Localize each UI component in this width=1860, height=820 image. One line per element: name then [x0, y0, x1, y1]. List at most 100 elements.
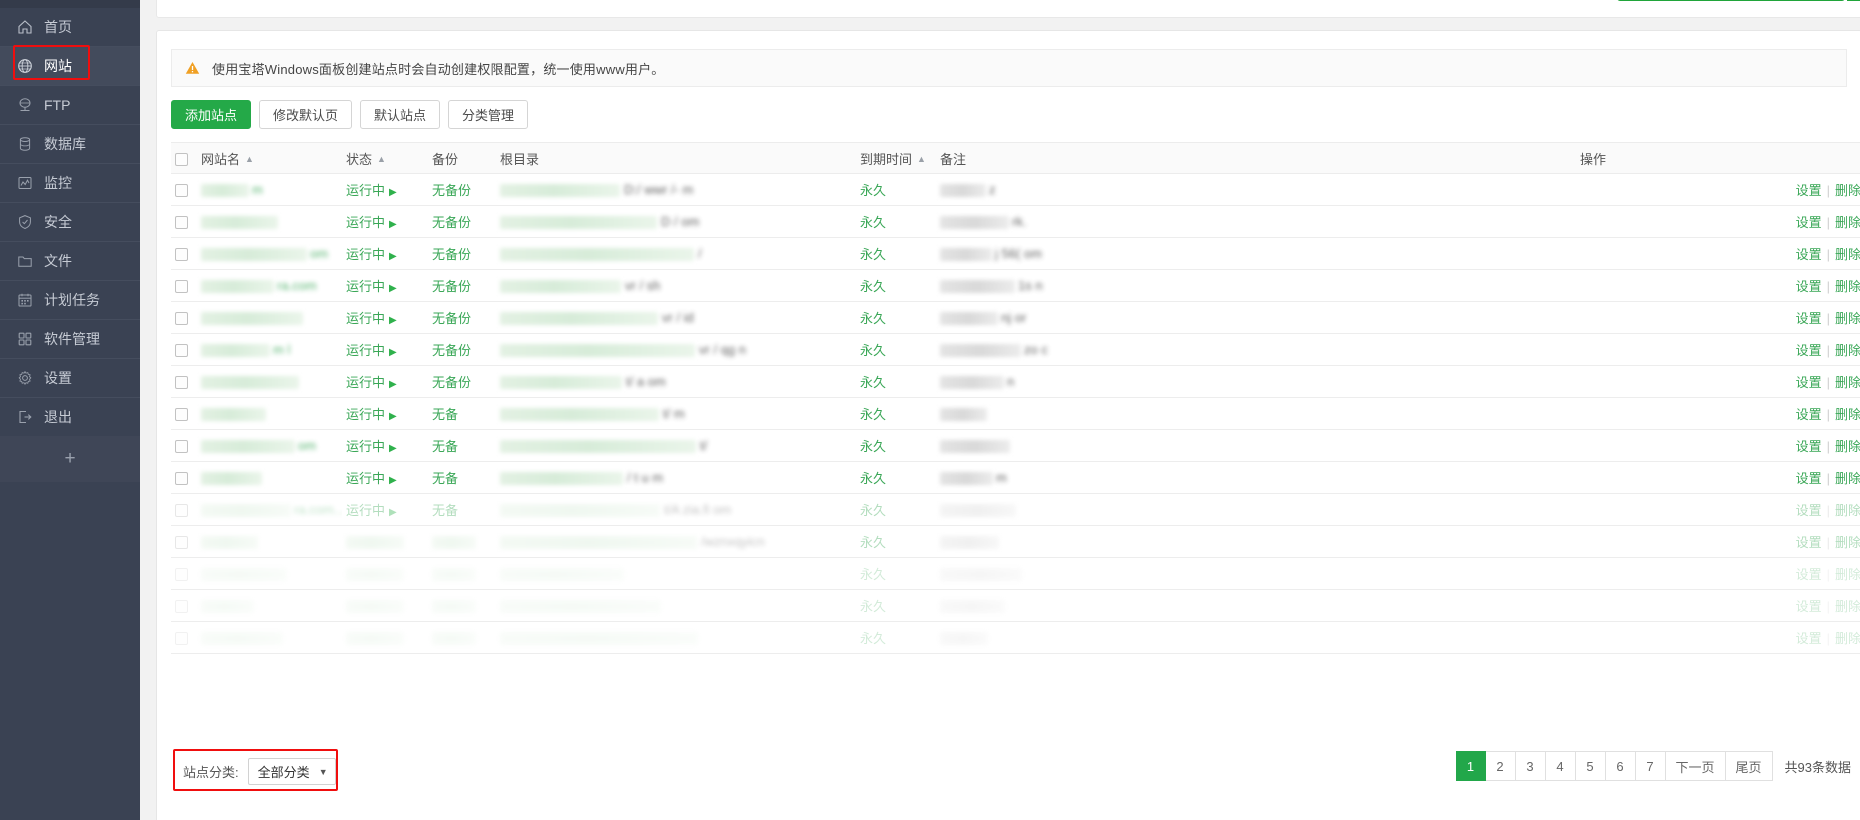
settings-link[interactable]: 设置 [1796, 375, 1822, 390]
delete-link[interactable]: 删除 [1835, 375, 1860, 390]
cell-backup[interactable]: 无备份 [428, 301, 496, 334]
cell-note[interactable]: rk. [936, 205, 1576, 238]
cell-site-name[interactable] [197, 397, 342, 430]
play-icon[interactable]: ▶ [389, 187, 397, 198]
table-row[interactable]: 运行中 ▶ 无备 t/ m 永久 设置 | 删除 [171, 397, 1860, 430]
cell-backup[interactable] [428, 525, 496, 558]
play-icon[interactable]: ▶ [389, 347, 397, 358]
page-5-button[interactable]: 5 [1575, 751, 1606, 781]
row-checkbox[interactable] [175, 600, 188, 614]
cell-note[interactable] [936, 493, 1576, 526]
play-icon[interactable]: ▶ [389, 507, 397, 518]
cell-backup[interactable]: 无备 [428, 493, 496, 526]
row-checkbox[interactable] [175, 504, 188, 518]
settings-link[interactable]: 设置 [1796, 311, 1822, 326]
cell-note[interactable] [936, 621, 1576, 654]
cell-site-name[interactable] [197, 205, 342, 238]
delete-link[interactable]: 删除 [1835, 183, 1860, 198]
cell-site-name[interactable]: ra.com [197, 269, 342, 302]
cell-note[interactable] [936, 525, 1576, 558]
delete-link[interactable]: 删除 [1835, 279, 1860, 294]
sidebar-item-ftp[interactable]: FTP [0, 86, 140, 124]
delete-link[interactable]: 删除 [1835, 407, 1860, 422]
sidebar-item-files[interactable]: 文件 [0, 242, 140, 280]
select-all-checkbox[interactable] [175, 152, 188, 166]
cell-note[interactable] [936, 397, 1576, 430]
search-button[interactable] [1847, 0, 1860, 1]
sidebar-item-software[interactable]: 软件管理 [0, 320, 140, 358]
play-icon[interactable]: ▶ [389, 443, 397, 454]
table-row[interactable]: 永久 设置 | 删除 [171, 589, 1860, 622]
page-7-button[interactable]: 7 [1635, 751, 1666, 781]
cell-backup[interactable]: 无备份 [428, 173, 496, 206]
row-checkbox[interactable] [175, 312, 188, 326]
settings-link[interactable]: 设置 [1796, 343, 1822, 358]
play-icon[interactable]: ▶ [389, 251, 397, 262]
delete-link[interactable]: 删除 [1835, 599, 1860, 614]
cell-backup[interactable]: 无备份 [428, 365, 496, 398]
delete-link[interactable]: 删除 [1835, 567, 1860, 582]
cell-site-name[interactable] [197, 365, 342, 398]
cell-site-name[interactable] [197, 557, 342, 590]
cell-note[interactable] [936, 557, 1576, 590]
table-row[interactable]: 永久 设置 | 删除 [171, 557, 1860, 590]
cell-backup[interactable]: 无备份 [428, 205, 496, 238]
cell-backup[interactable]: 无备 [428, 397, 496, 430]
cell-note[interactable]: m [936, 461, 1576, 494]
row-checkbox[interactable] [175, 472, 188, 486]
table-row[interactable]: 永久 设置 | 删除 [171, 621, 1860, 654]
table-row[interactable]: om 运行中 ▶ 无备 t/永久 设置 | 删除 [171, 429, 1860, 462]
settings-link[interactable]: 设置 [1796, 567, 1822, 582]
row-checkbox[interactable] [175, 216, 188, 230]
settings-link[interactable]: 设置 [1796, 183, 1822, 198]
row-checkbox[interactable] [175, 632, 188, 646]
table-row[interactable]: om 运行中 ▶ 无备份 / 永久 j 56( om 设置 | 删除 [171, 237, 1860, 270]
sidebar-add-button[interactable]: + [0, 436, 140, 482]
table-row[interactable]: 运行中 ▶ 无备份 t/ a om 永久 n 设置 | 删除 [171, 365, 1860, 398]
cell-note[interactable]: n [936, 365, 1576, 398]
cell-site-name[interactable]: ra.com... [197, 493, 342, 526]
sidebar-item-home[interactable]: 首页 [0, 8, 140, 46]
cell-backup[interactable]: 无备份 [428, 333, 496, 366]
row-checkbox[interactable] [175, 408, 188, 422]
edit-default-page-button[interactable]: 修改默认页 [259, 100, 353, 129]
settings-link[interactable]: 设置 [1796, 631, 1822, 646]
delete-link[interactable]: 删除 [1835, 215, 1860, 230]
cell-note[interactable]: j 56( om [936, 237, 1576, 270]
play-icon[interactable]: ▶ [389, 283, 397, 294]
row-checkbox[interactable] [175, 248, 188, 262]
table-row[interactable]: m l 运行中 ▶ 无备份 vr / qg n 永久 zo c 设置 | 删除 [171, 333, 1860, 366]
settings-link[interactable]: 设置 [1796, 279, 1822, 294]
cell-site-name[interactable]: m l [197, 333, 342, 366]
row-checkbox[interactable] [175, 536, 188, 550]
table-row[interactable]: 运行中 ▶ 无备份 vr / id 永久 nj or 设置 | 删除 [171, 301, 1860, 334]
cell-note[interactable]: zo c [936, 333, 1576, 366]
cell-note[interactable] [936, 429, 1576, 462]
delete-link[interactable]: 删除 [1835, 535, 1860, 550]
sidebar-item-logout[interactable]: 退出 [0, 398, 140, 436]
search-input[interactable]: 搜索站点名 [1617, 0, 1845, 1]
table-row[interactable]: 运行中 ▶ 无备 / t u m 永久 m 设置 | 删除 [171, 461, 1860, 494]
sidebar-item-monitor[interactable]: 监控 [0, 164, 140, 202]
page-1-button[interactable]: 1 [1455, 751, 1486, 781]
page-2-button[interactable]: 2 [1485, 751, 1516, 781]
cell-site-name[interactable]: m [197, 173, 342, 206]
cell-site-name[interactable] [197, 461, 342, 494]
row-checkbox[interactable] [175, 440, 188, 454]
page-3-button[interactable]: 3 [1515, 751, 1546, 781]
play-icon[interactable]: ▶ [389, 219, 397, 230]
settings-link[interactable]: 设置 [1796, 439, 1822, 454]
row-checkbox[interactable] [175, 568, 188, 582]
row-checkbox[interactable] [175, 376, 188, 390]
category-manage-button[interactable]: 分类管理 [448, 100, 529, 129]
delete-link[interactable]: 删除 [1835, 439, 1860, 454]
row-checkbox[interactable] [175, 184, 188, 198]
cell-note[interactable]: z [936, 173, 1576, 206]
cell-backup[interactable]: 无备份 [428, 237, 496, 270]
sidebar-item-security[interactable]: 安全 [0, 203, 140, 241]
table-row[interactable]: /wznxqyicn 永久 设置 | 删除 [171, 525, 1860, 558]
cell-site-name[interactable] [197, 301, 342, 334]
delete-link[interactable]: 删除 [1835, 343, 1860, 358]
delete-link[interactable]: 删除 [1835, 471, 1860, 486]
page-4-button[interactable]: 4 [1545, 751, 1576, 781]
